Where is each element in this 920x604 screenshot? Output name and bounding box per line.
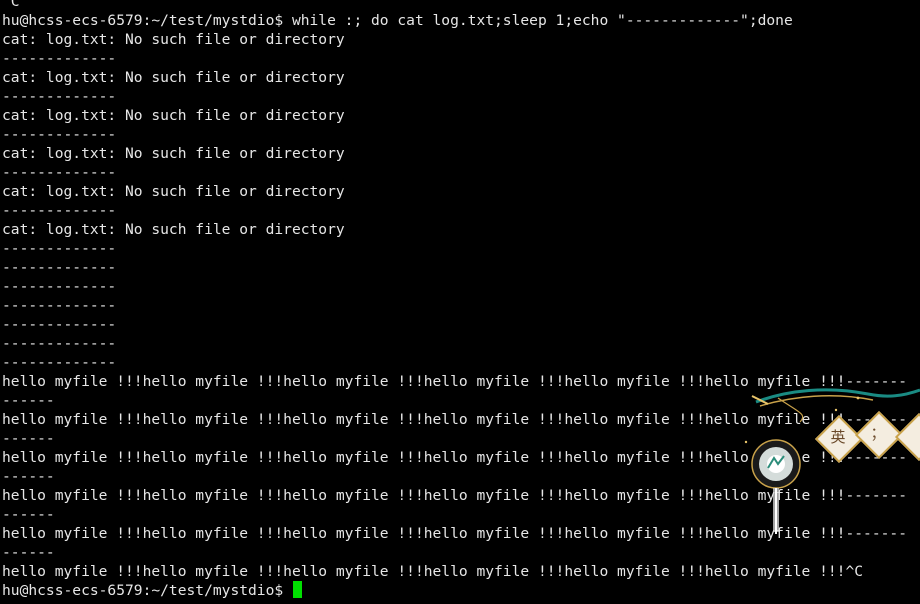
terminal-line: ------------- xyxy=(2,259,117,276)
terminal-line: cat: log.txt: No such file or directory xyxy=(2,145,345,162)
terminal-line: ------------- xyxy=(2,88,117,105)
terminal-line: ------------- xyxy=(2,50,117,67)
ime-punct-label: ； xyxy=(870,424,886,442)
terminal-line: ------------- xyxy=(2,126,117,143)
terminal-line: ^C xyxy=(2,0,20,10)
ime-toolbar[interactable]: 英 ； xyxy=(738,384,920,534)
ime-mode-label: 英 xyxy=(830,428,846,446)
terminal-line: cat: log.txt: No such file or directory xyxy=(2,221,345,238)
terminal-line: cat: log.txt: No such file or directory xyxy=(2,31,345,48)
terminal-line: ------------- xyxy=(2,354,117,371)
terminal-line: ------------- xyxy=(2,202,117,219)
terminal-prompt: hu@hcss-ecs-6579:~/test/mystdio$ xyxy=(2,582,292,599)
terminal-line: ------------- xyxy=(2,297,117,314)
terminal-line: cat: log.txt: No such file or directory xyxy=(2,183,345,200)
terminal-line: hu@hcss-ecs-6579:~/test/mystdio$ while :… xyxy=(2,12,793,29)
terminal-line: ------------- xyxy=(2,240,117,257)
terminal-line: ------------- xyxy=(2,335,117,352)
ime-toolbar-icon xyxy=(744,388,920,534)
terminal-line: ------------- xyxy=(2,164,117,181)
terminal-line: cat: log.txt: No such file or directory xyxy=(2,107,345,124)
terminal-line: ------------- xyxy=(2,278,117,295)
terminal-line: ------ xyxy=(2,544,55,561)
terminal-line: hello myfile !!!hello myfile !!!hello my… xyxy=(2,563,864,580)
terminal-cursor xyxy=(292,581,302,598)
terminal-line: ------------- xyxy=(2,316,117,333)
terminal-line: cat: log.txt: No such file or directory xyxy=(2,69,345,86)
terminal-prompt-line[interactable]: hu@hcss-ecs-6579:~/test/mystdio$ xyxy=(2,581,920,600)
